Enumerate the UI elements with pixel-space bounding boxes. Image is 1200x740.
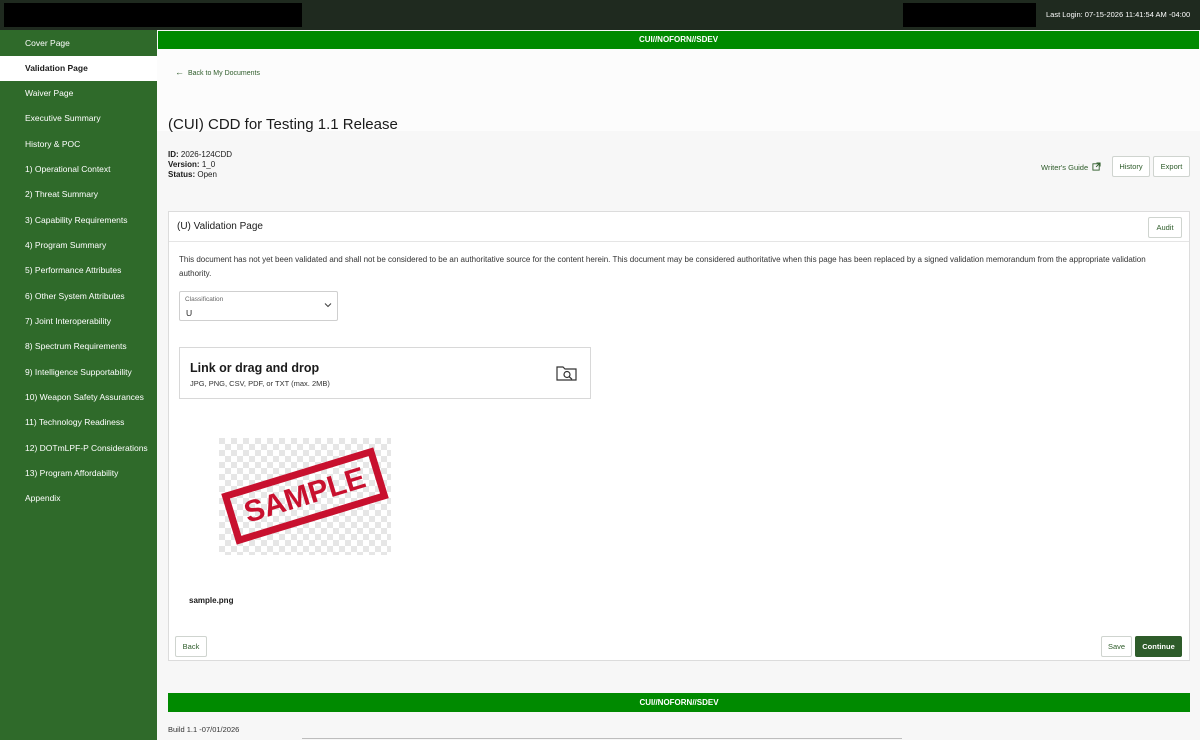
- meta-version-label: Version:: [168, 160, 200, 169]
- external-link-icon: [1092, 162, 1101, 171]
- sidebar-item-dotmlpf-p-considerations[interactable]: 12) DOTmLPF-P Considerations: [0, 436, 157, 461]
- sidebar-item-executive-summary[interactable]: Executive Summary: [0, 106, 157, 131]
- sidebar-item-capability-requirements[interactable]: 3) Capability Requirements: [0, 208, 157, 233]
- sidebar-item-waiver-page[interactable]: Waiver Page: [0, 81, 157, 106]
- sidebar-item-performance-attributes[interactable]: 5) Performance Attributes: [0, 258, 157, 283]
- page-title: (CUI) CDD for Testing 1.1 Release: [168, 116, 398, 133]
- panel-title: (U) Validation Page: [177, 221, 263, 232]
- back-to-documents-link[interactable]: ← Back to My Documents: [175, 67, 260, 77]
- classification-label: Classification: [185, 296, 224, 303]
- sidebar: Cover Page Validation Page Waiver Page E…: [0, 30, 157, 740]
- sidebar-item-validation-page[interactable]: Validation Page: [0, 56, 157, 81]
- redacted-block-left: [4, 3, 302, 27]
- uploaded-image-preview[interactable]: SAMPLE: [219, 438, 391, 555]
- writers-guide-label: Writer's Guide: [1041, 163, 1089, 172]
- sidebar-item-threat-summary[interactable]: 2) Threat Summary: [0, 182, 157, 207]
- sidebar-item-program-affordability[interactable]: 13) Program Affordability: [0, 461, 157, 486]
- classification-banner-top: CUI//NOFORN//SDEV: [158, 31, 1199, 49]
- file-dropzone[interactable]: Link or drag and drop JPG, PNG, CSV, PDF…: [179, 347, 591, 399]
- back-link-label: Back to My Documents: [188, 70, 260, 77]
- sidebar-item-operational-context[interactable]: 1) Operational Context: [0, 157, 157, 182]
- dropzone-subtitle: JPG, PNG, CSV, PDF, or TXT (max. 2MB): [190, 379, 330, 388]
- export-button[interactable]: Export: [1153, 156, 1190, 177]
- chevron-down-icon: [324, 303, 332, 308]
- uploaded-filename: sample.png: [189, 596, 234, 605]
- sidebar-item-appendix[interactable]: Appendix: [0, 486, 157, 511]
- arrow-left-icon: ←: [175, 67, 184, 77]
- panel-header: (U) Validation Page Audit: [169, 212, 1189, 242]
- meta-id-label: ID:: [168, 150, 179, 159]
- history-button[interactable]: History: [1112, 156, 1150, 177]
- meta-status-label: Status:: [168, 170, 196, 179]
- sidebar-item-intelligence-supportability[interactable]: 9) Intelligence Supportability: [0, 360, 157, 385]
- sidebar-item-joint-interoperability[interactable]: 7) Joint Interoperability: [0, 309, 157, 334]
- folder-search-icon: [556, 366, 577, 381]
- sidebar-item-history-poc[interactable]: History & POC: [0, 132, 157, 157]
- sidebar-item-technology-readiness[interactable]: 11) Technology Readiness: [0, 410, 157, 435]
- back-button[interactable]: Back: [175, 636, 207, 657]
- top-bar: Last Login: 07-15-2026 11:41:54 AM -04:0…: [0, 0, 1200, 30]
- main-content: CUI//NOFORN//SDEV ← Back to My Documents …: [157, 30, 1200, 740]
- validation-panel: (U) Validation Page Audit This document …: [168, 211, 1190, 661]
- dropzone-title: Link or drag and drop: [190, 361, 320, 375]
- divider: [302, 738, 902, 739]
- validation-notice: This document has not yet been validated…: [179, 255, 1146, 278]
- continue-button[interactable]: Continue: [1135, 636, 1182, 657]
- sidebar-item-weapon-safety-assurances[interactable]: 10) Weapon Safety Assurances: [0, 385, 157, 410]
- sidebar-item-spectrum-requirements[interactable]: 8) Spectrum Requirements: [0, 334, 157, 359]
- meta-version-value: 1_0: [201, 160, 216, 169]
- classification-banner-bottom: CUI//NOFORN//SDEV: [168, 693, 1190, 712]
- save-button[interactable]: Save: [1101, 636, 1132, 657]
- meta-status: Status: Open: [168, 170, 217, 179]
- meta-id-value: 2026-124CDD: [180, 150, 233, 159]
- writers-guide-link[interactable]: Writer's Guide: [1041, 162, 1101, 172]
- classification-select[interactable]: Classification U: [179, 291, 338, 321]
- audit-button[interactable]: Audit: [1148, 217, 1182, 238]
- build-info: Build 1.1 -07/01/2026: [168, 725, 240, 734]
- meta-status-value: Open: [197, 170, 217, 179]
- sidebar-item-cover-page[interactable]: Cover Page: [0, 31, 157, 56]
- sidebar-item-program-summary[interactable]: 4) Program Summary: [0, 233, 157, 258]
- last-login-text: Last Login: 07-15-2026 11:41:54 AM -04:0…: [1046, 10, 1191, 19]
- sidebar-item-other-system-attributes[interactable]: 6) Other System Attributes: [0, 284, 157, 309]
- meta-id: ID: 2026-124CDD: [168, 150, 232, 159]
- meta-version: Version: 1_0: [168, 160, 215, 169]
- redacted-block-right: [903, 3, 1036, 27]
- classification-value: U: [186, 308, 193, 318]
